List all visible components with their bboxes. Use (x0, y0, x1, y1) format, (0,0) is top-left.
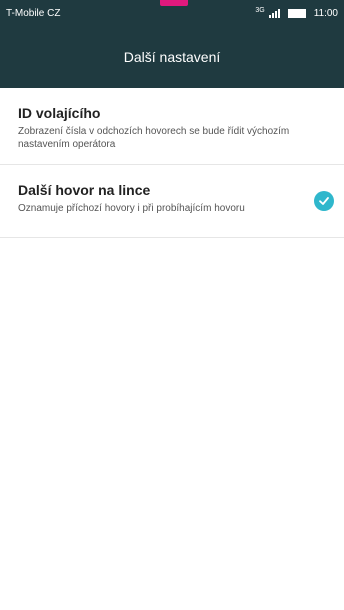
header: T-Mobile CZ 3G 11:00 Další nastavení (0, 0, 344, 88)
network-type: 3G (255, 6, 265, 14)
battery-icon (287, 8, 306, 18)
screen: T-Mobile CZ 3G 11:00 Další nastavení ID … (0, 0, 344, 610)
checkbox-checked-icon[interactable] (314, 191, 334, 211)
setting-description: Zobrazení čísla v odchozích hovorech se … (18, 126, 290, 150)
settings-list: ID volajícího Zobrazení čísla v odchozíc… (0, 88, 344, 238)
status-icons: 3G 11:00 (255, 6, 338, 19)
clock: 11:00 (313, 7, 338, 19)
setting-caller-id[interactable]: ID volajícího Zobrazení čísla v odchozíc… (0, 88, 344, 165)
setting-title: ID volajícího (18, 105, 101, 121)
signal-icon (268, 8, 280, 18)
setting-description: Oznamuje příchozí hovory i při probíhají… (18, 203, 245, 214)
carrier-name: T-Mobile CZ (6, 7, 61, 19)
check-icon (319, 197, 329, 205)
setting-title: Další hovor na lince (18, 182, 151, 198)
page-title: Další nastavení (123, 49, 221, 65)
setting-call-waiting[interactable]: Další hovor na lince Oznamuje příchozí h… (0, 165, 344, 238)
touch-indicator (160, 0, 188, 6)
